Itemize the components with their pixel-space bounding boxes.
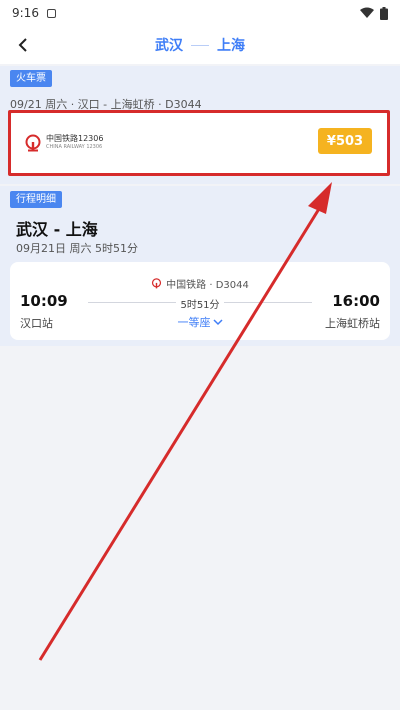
- wifi-icon: [360, 7, 374, 18]
- route-line-right: [224, 302, 312, 303]
- arrival-time: 16:00: [332, 292, 380, 310]
- status-icons: [360, 6, 388, 20]
- route-title: 武汉 上海: [155, 35, 245, 55]
- status-bar: 9:16: [0, 0, 400, 26]
- train-label: 中国铁路 · D3044: [166, 280, 249, 291]
- route-separator: [191, 44, 209, 46]
- chevron-down-icon: [212, 319, 223, 326]
- annotation-highlight-box: [8, 110, 390, 176]
- route-from: 武汉: [155, 38, 183, 54]
- itinerary-section: 行程明细 武汉 - 上海 09月21日 周六 5时51分 中国铁路 · D304…: [0, 186, 400, 346]
- train-info: 中国铁路 · D3044: [10, 276, 390, 291]
- notification-icon: [46, 8, 56, 18]
- itinerary-tag: 行程明细: [10, 191, 62, 208]
- back-button[interactable]: [10, 32, 36, 58]
- battery-icon: [380, 6, 388, 20]
- route-to: 上海: [217, 38, 245, 54]
- back-arrow-icon: [18, 38, 27, 52]
- train-ticket-tag: 火车票: [10, 70, 52, 87]
- train-detail-card[interactable]: 中国铁路 · D3044 10:09 汉口站 5时51分 一等座 16:00 上…: [10, 262, 390, 340]
- itinerary-title: 武汉 - 上海: [16, 220, 98, 239]
- railway-icon: [152, 278, 162, 289]
- seat-class: 一等座: [177, 316, 211, 329]
- nav-bar: 武汉 上海: [0, 26, 400, 64]
- status-time: 9:16: [12, 6, 39, 20]
- arrival-station: 上海虹桥站: [325, 317, 380, 330]
- itinerary-subtitle: 09月21日 周六 5时51分: [16, 242, 138, 255]
